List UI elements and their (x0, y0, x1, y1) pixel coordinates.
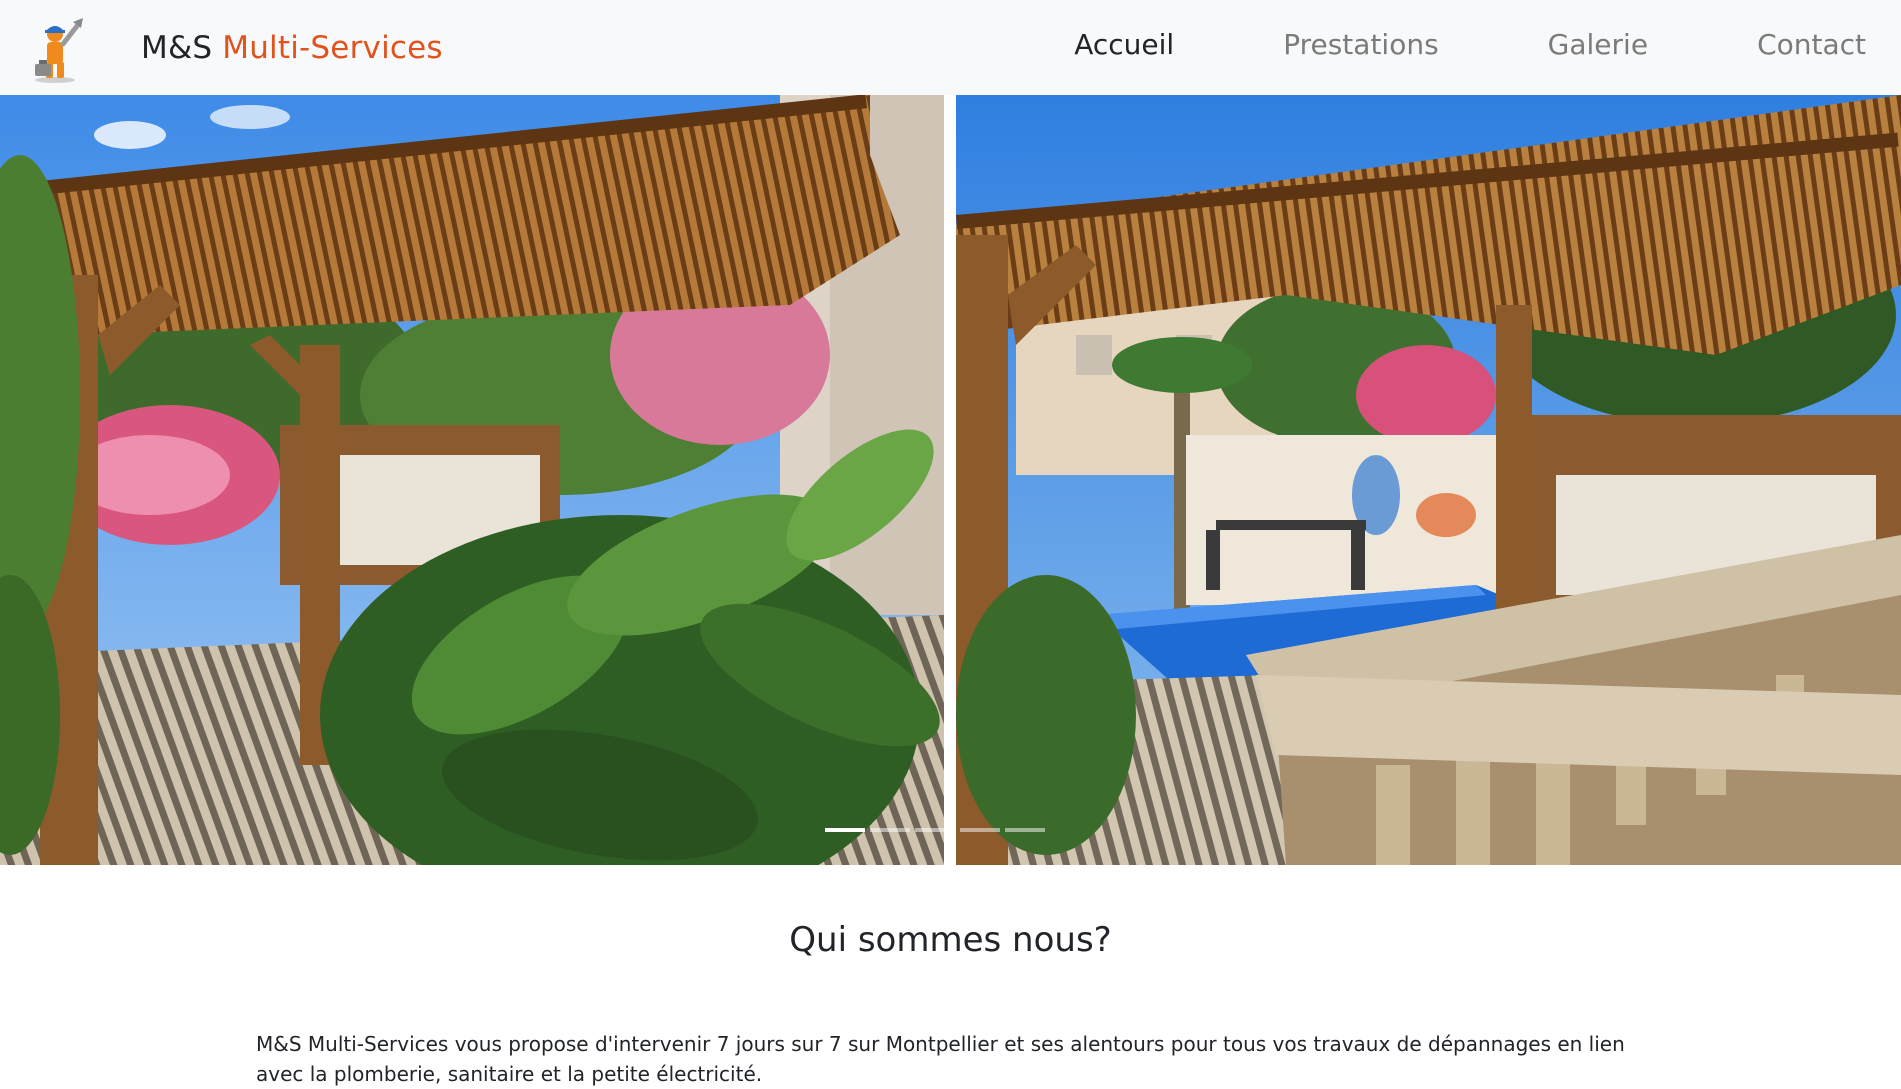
hero-carousel[interactable] (0, 95, 1901, 865)
brand-name: M&S Multi-Services (141, 30, 443, 66)
brand-name-part1: M&S (141, 30, 223, 66)
nav-menu: Accueil Prestations Galerie Contact (965, 28, 1866, 61)
carousel-indicator-2[interactable] (870, 828, 910, 832)
navbar: M&S Multi-Services Accueil Prestations G… (0, 0, 1901, 95)
carousel-image-pergola-left (0, 95, 944, 865)
brand-link[interactable]: M&S Multi-Services (25, 12, 443, 84)
brand-name-part2: Multi-Services (222, 30, 443, 66)
nav-link-galerie[interactable]: Galerie (1548, 28, 1648, 61)
carousel-indicator-5[interactable] (1005, 828, 1045, 832)
carousel-indicators (825, 828, 1045, 832)
nav-link-contact[interactable]: Contact (1757, 28, 1866, 61)
handyman-icon (35, 18, 83, 83)
about-text: M&S Multi-Services vous propose d'interv… (256, 1032, 1625, 1086)
nav-link-prestations[interactable]: Prestations (1283, 28, 1438, 61)
about-title: Qui sommes nous? (789, 920, 1112, 960)
carousel-indicator-4[interactable] (960, 828, 1000, 832)
carousel-image-pergola-right (956, 95, 1901, 865)
nav-link-accueil[interactable]: Accueil (1074, 28, 1174, 61)
carousel-indicator-1[interactable] (825, 828, 865, 832)
carousel-indicator-3[interactable] (915, 828, 955, 832)
